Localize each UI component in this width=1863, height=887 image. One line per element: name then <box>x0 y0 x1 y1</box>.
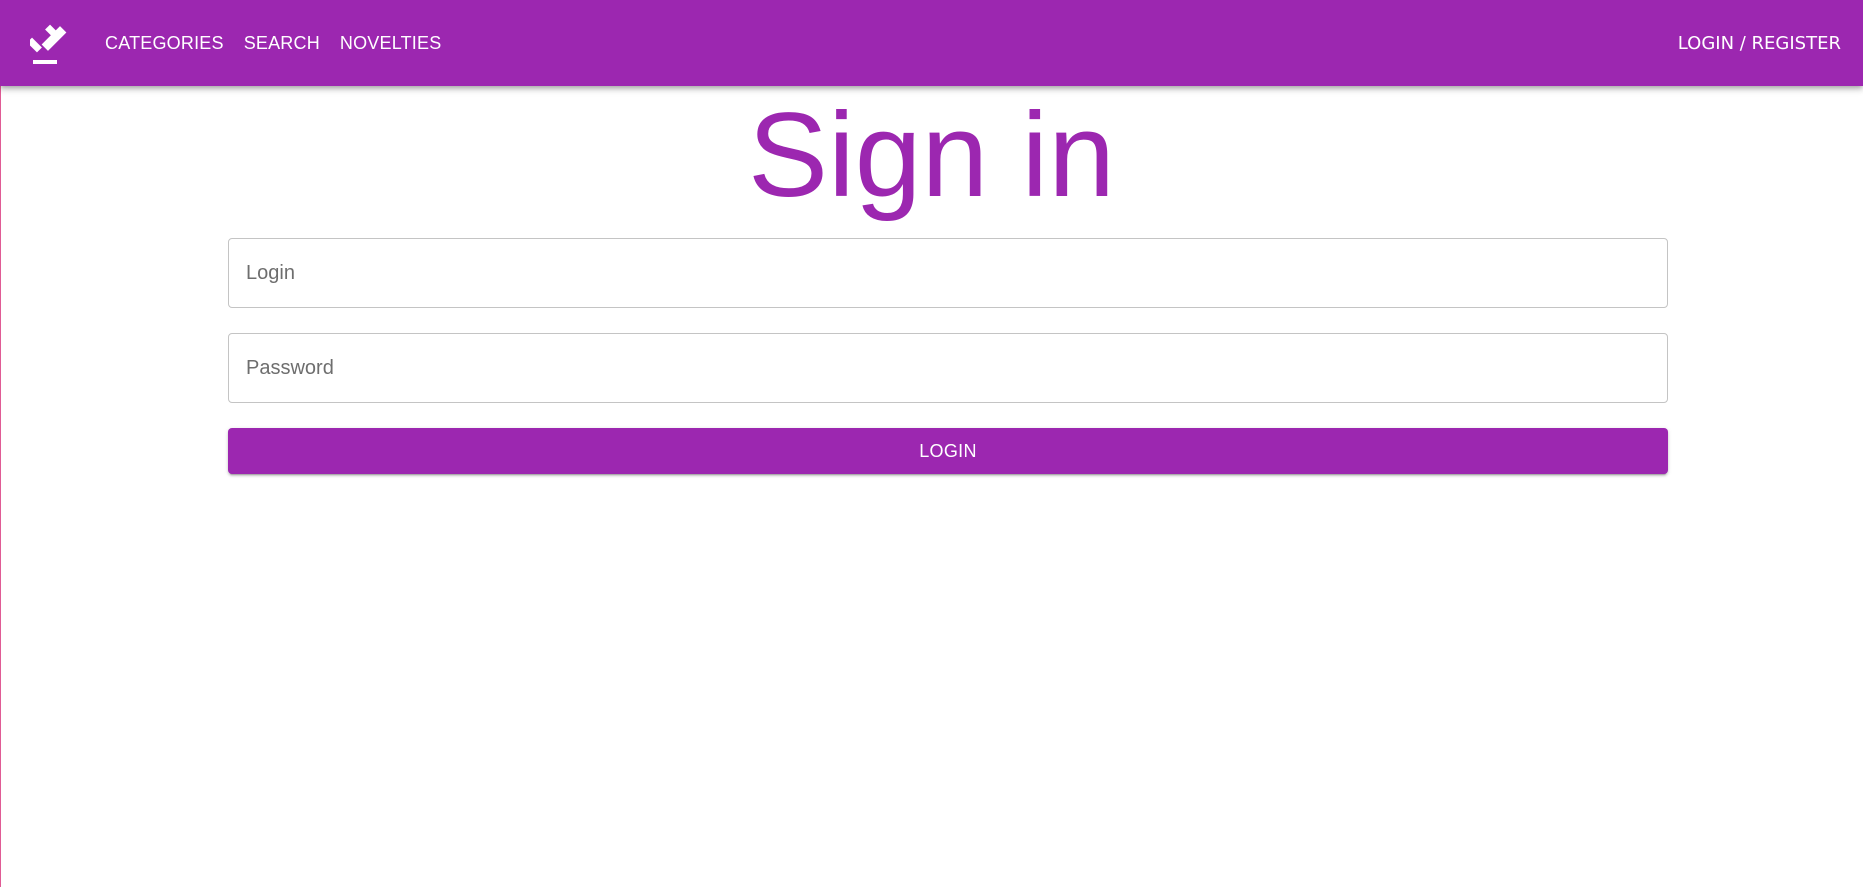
login-submit-button[interactable]: LOGIN <box>228 428 1668 474</box>
gavel-icon[interactable] <box>27 22 74 66</box>
main-nav: CATEGORIES SEARCH NOVELTIES <box>95 0 451 86</box>
login-field <box>228 238 1668 308</box>
app-bar: CATEGORIES SEARCH NOVELTIES LOGIN / REGI… <box>0 0 1863 86</box>
login-input[interactable] <box>229 239 1667 307</box>
password-input[interactable] <box>229 334 1667 402</box>
nav-novelties-button[interactable]: NOVELTIES <box>330 27 452 60</box>
nav-search-button[interactable]: SEARCH <box>234 27 330 60</box>
page-title: Sign in <box>748 88 1115 222</box>
password-field <box>228 333 1668 403</box>
nav-categories-button[interactable]: CATEGORIES <box>95 27 234 60</box>
auth-area: LOGIN / REGISTER <box>1668 0 1851 86</box>
login-register-button[interactable]: LOGIN / REGISTER <box>1668 27 1851 60</box>
